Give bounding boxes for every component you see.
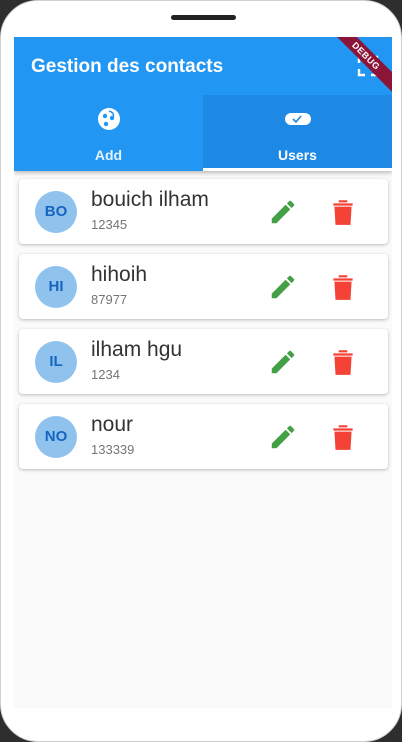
phone-frame: Gestion des contacts DEBUG Add Users BO …: [0, 0, 402, 742]
contact-card[interactable]: IL ilham hgu 1234: [19, 329, 388, 394]
tab-users[interactable]: Users: [203, 95, 392, 171]
delete-icon[interactable]: [330, 422, 356, 452]
contact-phone: 87977: [91, 292, 128, 307]
tab-add[interactable]: Add: [14, 95, 203, 171]
avatar: NO: [35, 416, 77, 458]
contact-phone: 1234: [91, 367, 120, 382]
page-title: Gestion des contacts: [31, 56, 224, 77]
edit-icon[interactable]: [268, 422, 298, 452]
contact-card[interactable]: HI hihoih 87977: [19, 254, 388, 319]
tab-users-label: Users: [278, 147, 317, 163]
avatar: BO: [35, 191, 77, 233]
edit-icon[interactable]: [268, 272, 298, 302]
toggle-icon: [284, 113, 311, 125]
phone-speaker: [171, 15, 236, 20]
contact-name: ilham hgu: [91, 338, 183, 361]
delete-icon[interactable]: [330, 272, 356, 302]
tab-add-label: Add: [94, 147, 123, 163]
app-screen: Gestion des contacts DEBUG Add Users BO …: [14, 37, 392, 708]
delete-icon[interactable]: [330, 197, 356, 227]
app-bar: Gestion des contacts DEBUG Add Users: [14, 37, 392, 171]
edit-icon[interactable]: [268, 197, 298, 227]
contact-list: BO bouich ilham 12345 HI hihoih 87977 IL…: [19, 179, 388, 479]
contact-name: nour: [91, 413, 134, 436]
avatar: IL: [35, 341, 77, 383]
contact-phone: 133339: [91, 442, 135, 457]
tab-indicator: [203, 168, 392, 171]
edit-icon[interactable]: [268, 347, 298, 377]
contact-name: hihoih: [91, 263, 148, 286]
delete-icon[interactable]: [330, 347, 356, 377]
contact-card[interactable]: NO nour 133339: [19, 404, 388, 469]
face-icon: [97, 108, 120, 130]
contact-phone: 12345: [91, 217, 128, 232]
avatar: HI: [35, 266, 77, 308]
contact-card[interactable]: BO bouich ilham 12345: [19, 179, 388, 244]
tab-bar: Add Users: [14, 95, 392, 171]
contact-name: bouich ilham: [91, 188, 209, 211]
